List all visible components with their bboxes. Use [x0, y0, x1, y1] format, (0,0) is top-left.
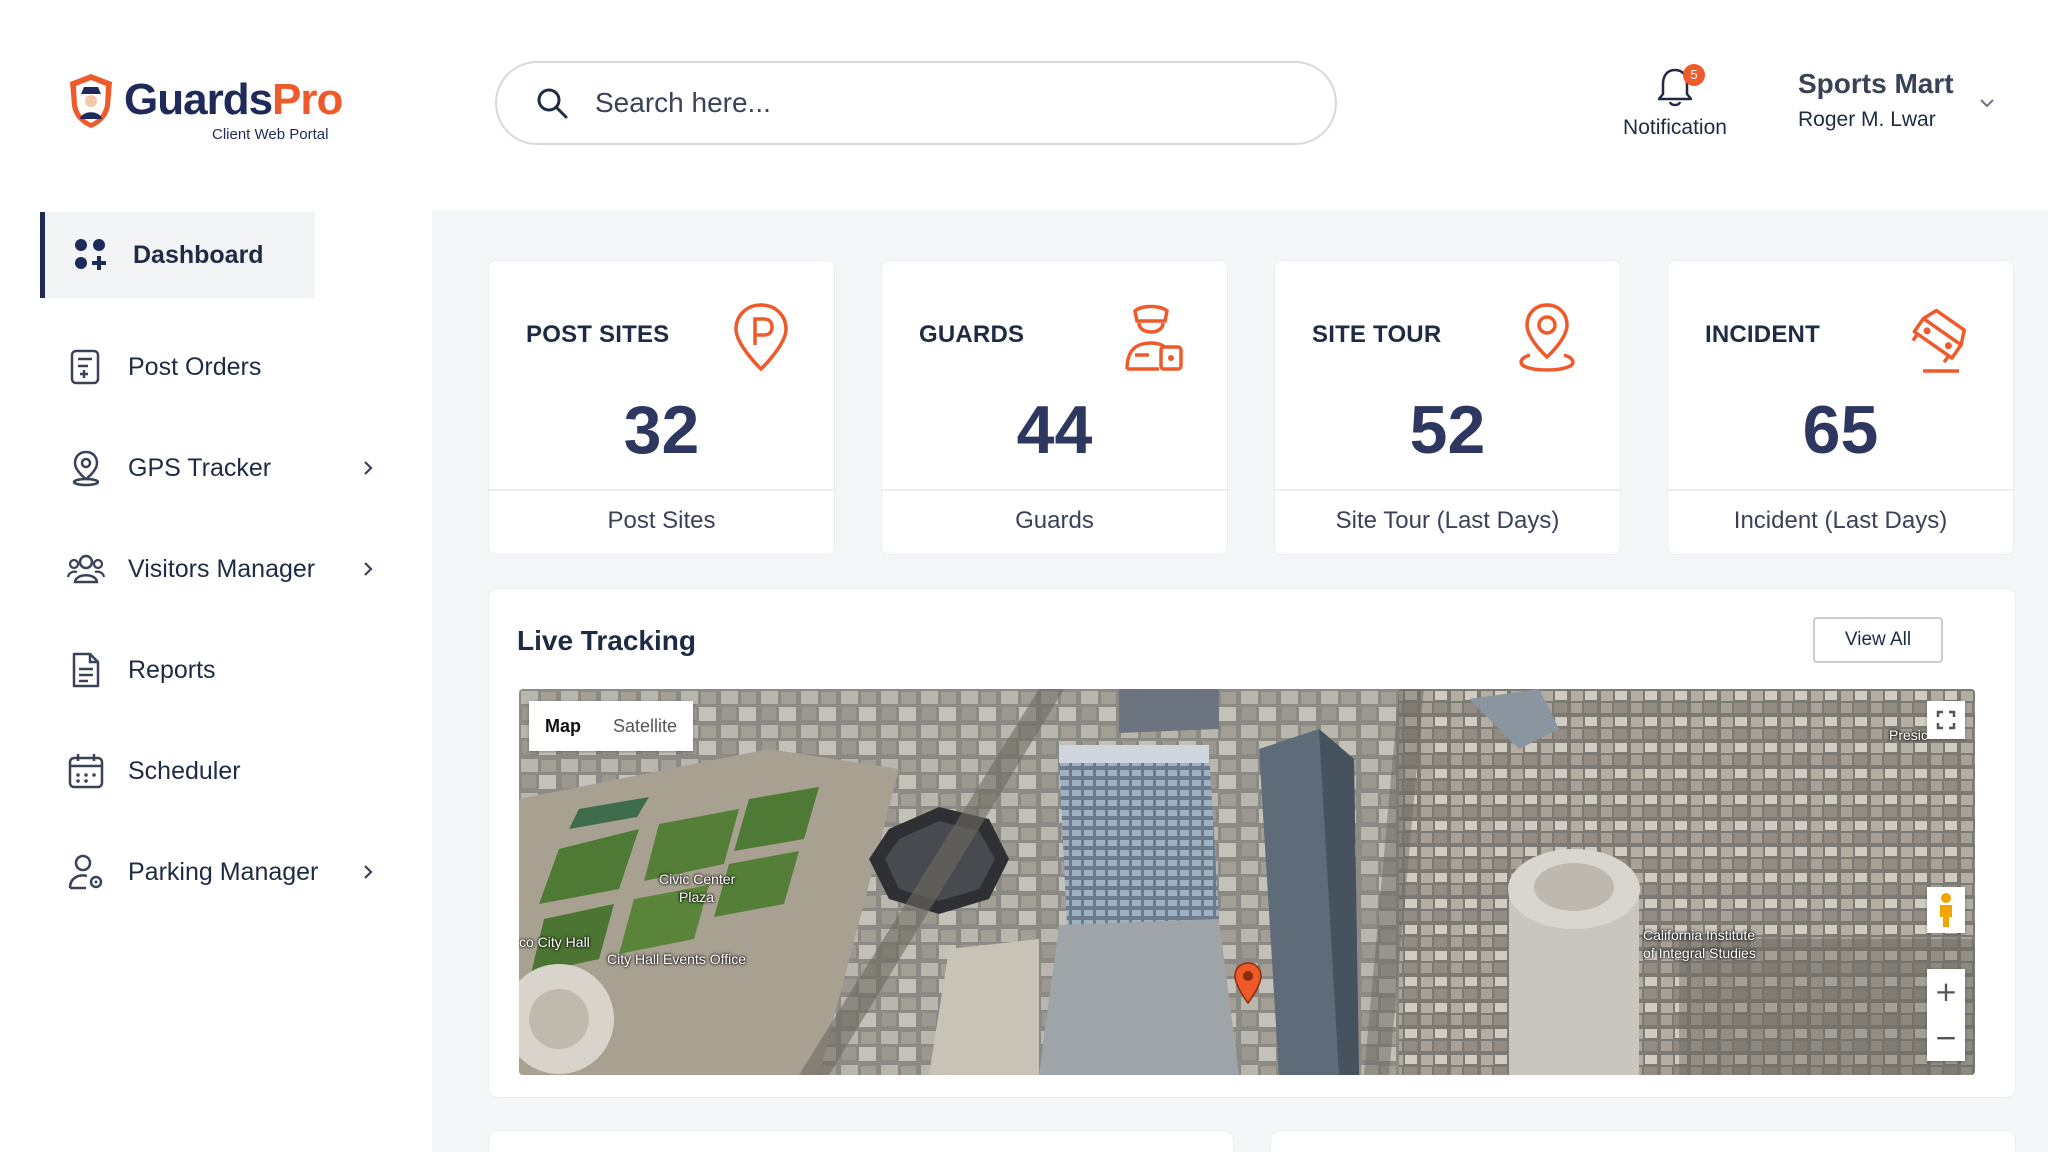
- sidebar-item-label: Dashboard: [133, 240, 264, 269]
- live-tracking-title: Live Tracking: [517, 625, 696, 656]
- stat-card-incident[interactable]: INCIDENT 65 Incident (Last Days): [1667, 260, 2014, 555]
- document-icon: [72, 652, 100, 688]
- notification-button[interactable]: 5 Notification: [1605, 64, 1745, 144]
- sidebar-item-gps-tracker[interactable]: GPS Tracker: [40, 425, 392, 511]
- stat-title: INCIDENT: [1705, 321, 1820, 348]
- stat-value: 65: [1802, 392, 1879, 468]
- live-tracking-map[interactable]: Map Satellite Civic Center Plaza co City…: [519, 689, 1975, 1075]
- sidebar-item-reports[interactable]: Reports: [40, 627, 392, 713]
- brand-subtitle: Client Web Portal: [212, 126, 329, 143]
- map-fullscreen-button[interactable]: [1927, 701, 1965, 739]
- street-view-pegman-button[interactable]: [1927, 887, 1965, 933]
- main-content: POST SITES 32 Post Sites GUARDS 44 Guard…: [432, 210, 2048, 1152]
- zoom-in-button[interactable]: +: [1927, 969, 1965, 1015]
- map-zoom-controls: + −: [1927, 969, 1965, 1061]
- stat-value: 44: [1016, 392, 1093, 468]
- stat-card-guards[interactable]: GUARDS 44 Guards: [881, 260, 1228, 555]
- stat-divider: [1668, 489, 2013, 491]
- bottom-panel-right: [1270, 1130, 2016, 1152]
- stat-label: Site Tour (Last Days): [1335, 507, 1560, 534]
- map-type-satellite-button[interactable]: Satellite: [597, 701, 694, 751]
- stat-value: 32: [623, 392, 700, 468]
- fullscreen-icon: [1936, 710, 1956, 730]
- guard-icon: [1125, 304, 1183, 371]
- location-pin-icon: [1519, 303, 1575, 372]
- bottom-panel-left: [488, 1130, 1234, 1152]
- map-label-integral-studies: of Integral Studies: [1643, 945, 1756, 961]
- view-all-button[interactable]: View All: [1813, 617, 1943, 663]
- user-menu[interactable]: Sports Mart Roger M. Lwar: [1798, 64, 2008, 144]
- aerial-city-map-image: [519, 689, 1975, 1075]
- map-label-city-hall: co City Hall: [519, 934, 590, 950]
- stat-divider: [489, 489, 834, 491]
- sidebar-item-label: Scheduler: [128, 756, 241, 785]
- map-label-plaza: Plaza: [679, 889, 715, 905]
- stat-value: 52: [1409, 392, 1486, 468]
- stat-divider: [1275, 489, 1620, 491]
- pegman-icon: [1940, 893, 1952, 927]
- top-header: GuardsPro Client Web Portal 5 Notificati…: [0, 0, 2048, 210]
- stat-title: POST SITES: [526, 321, 670, 348]
- map-type-toggle: Map Satellite: [529, 701, 694, 751]
- chevron-right-icon: [364, 865, 373, 879]
- sidebar-item-parking-manager[interactable]: Parking Manager: [40, 829, 392, 915]
- guard-shield-logo-icon: [70, 74, 112, 128]
- sidebar-item-visitors-manager[interactable]: Visitors Manager: [40, 526, 392, 612]
- parking-pin-icon: [734, 303, 788, 372]
- visitors-icon: [66, 554, 106, 584]
- zoom-out-button[interactable]: −: [1927, 1015, 1965, 1061]
- map-label-california-institute: California Institute: [1643, 927, 1756, 943]
- sidebar-item-label: Reports: [128, 655, 216, 684]
- sidebar: Dashboard Post Orders GPS Tracker Visito…: [0, 210, 432, 1152]
- stat-label: Post Sites: [607, 507, 716, 534]
- notification-label: Notification: [1623, 116, 1727, 139]
- map-label-presidio: Presic: [1889, 727, 1928, 743]
- sidebar-item-post-orders[interactable]: Post Orders: [40, 324, 392, 410]
- calendar-icon: [68, 754, 104, 789]
- map-marker-pin-icon[interactable]: [1233, 961, 1263, 1005]
- chevron-right-icon: [364, 562, 373, 576]
- brand-name: GuardsPro: [124, 75, 343, 124]
- stat-label: Incident (Last Days): [1733, 507, 1948, 534]
- map-label-civic-center: Civic Center: [659, 871, 736, 887]
- live-tracking-panel: Live Tracking View All Map Satellite Civ…: [488, 588, 2016, 1098]
- search-icon: [537, 88, 568, 119]
- dashboard-grid-icon: [75, 239, 106, 270]
- sidebar-item-scheduler[interactable]: Scheduler: [40, 728, 392, 814]
- stat-title: SITE TOUR: [1312, 321, 1442, 348]
- stat-label: Guards: [1015, 507, 1094, 534]
- notification-count-badge: 5: [1683, 64, 1705, 86]
- sidebar-item-label: Visitors Manager: [128, 554, 316, 583]
- sidebar-item-label: Parking Manager: [128, 857, 319, 886]
- search-input[interactable]: [595, 87, 1275, 119]
- stat-card-site-tour[interactable]: SITE TOUR 52 Site Tour (Last Days): [1274, 260, 1621, 555]
- map-type-map-button[interactable]: Map: [529, 701, 597, 751]
- map-label-city-hall-events: City Hall Events Office: [607, 951, 747, 967]
- car-crash-icon: [1911, 308, 1966, 373]
- chevron-right-icon: [364, 461, 373, 475]
- search-bar[interactable]: [495, 61, 1337, 145]
- post-orders-icon: [70, 349, 100, 385]
- sidebar-item-dashboard[interactable]: Dashboard: [40, 212, 315, 298]
- stat-title: GUARDS: [919, 321, 1025, 348]
- sidebar-item-label: Post Orders: [128, 352, 262, 381]
- brand-logo[interactable]: GuardsPro Client Web Portal: [66, 70, 366, 150]
- chevron-down-icon: [1980, 99, 1994, 108]
- gps-pin-icon: [72, 450, 100, 487]
- stat-divider: [882, 489, 1227, 491]
- sidebar-item-label: GPS Tracker: [128, 453, 272, 482]
- parking-user-icon: [68, 854, 103, 890]
- stat-card-post-sites[interactable]: POST SITES 32 Post Sites: [488, 260, 835, 555]
